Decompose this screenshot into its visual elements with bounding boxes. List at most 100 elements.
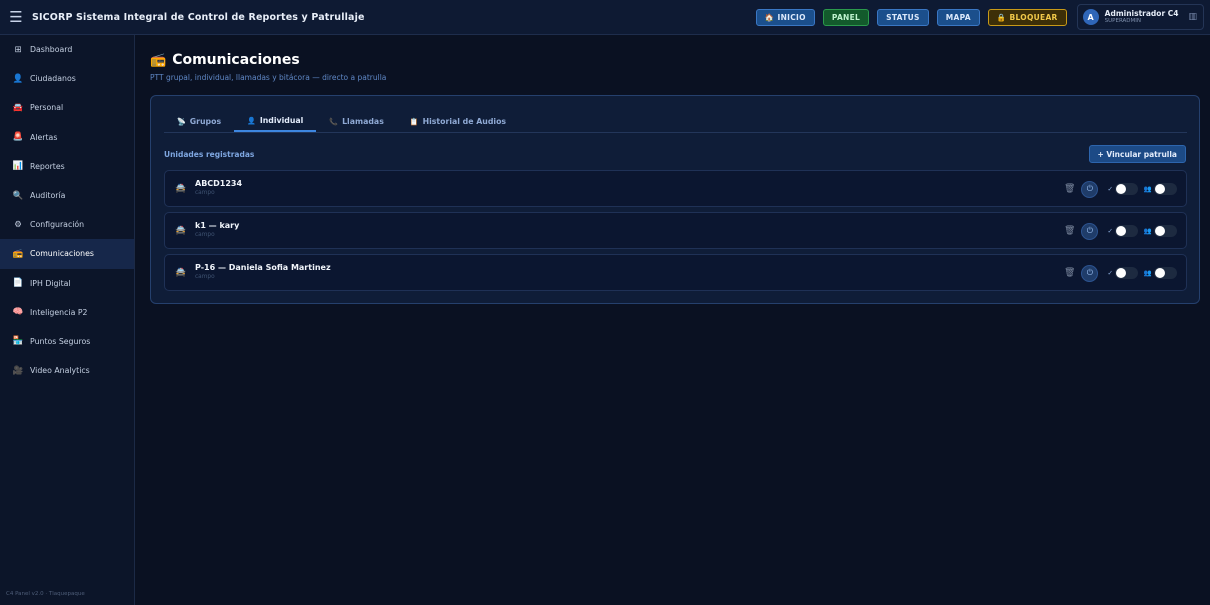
sidebar-item-personal[interactable]: 🚘 Personal (0, 93, 134, 122)
sidebar-item-ciudadanos[interactable]: 👤 Ciudadanos (0, 64, 134, 93)
sidebar-item-iph-digital[interactable]: 📄 IPH Digital (0, 269, 134, 298)
sidebar: ⊞ Dashboard 👤 Ciudadanos 🚘 Personal 🚨 Alertas 📊 R… (0, 35, 135, 605)
personal-icon: 🚘 (12, 102, 24, 113)
unit-type: campo (195, 232, 215, 238)
video-analytics-icon: 🎥 (12, 365, 24, 376)
power-button[interactable]: ⏻ (1081, 264, 1099, 282)
lock-icon: 🔒 (996, 12, 1007, 22)
enable-toggle[interactable] (1114, 267, 1138, 279)
user-menu[interactable]: A Administrador C4 SUPERADMIN ▥ (1076, 4, 1204, 30)
enable-toggle[interactable] (1114, 183, 1138, 195)
sidebar-item-alertas[interactable]: 🚨 Alertas (0, 123, 134, 152)
tab-icon: 📞 (329, 117, 339, 126)
tab-individual[interactable]: 👤 Individual (234, 111, 317, 132)
reportes-icon: 📊 (12, 161, 24, 172)
sidebar-item-video-analytics[interactable]: 🎥 Video Analytics (0, 356, 134, 385)
bloquear-button[interactable]: 🔒 BLOQUEAR (987, 8, 1067, 26)
sidebar-item-label: Puntos Seguros (30, 336, 91, 346)
sidebar-item-label: Personal (30, 103, 64, 113)
sidebar-footer: C4 Panel v2.0 · Tlaquepaque (6, 591, 85, 597)
main-content: 📻 Comunicaciones PTT grupal, individual,… (150, 50, 1200, 304)
sidebar-item-puntos-seguros[interactable]: 🏪 Puntos Seguros (0, 327, 134, 356)
logout-icon[interactable]: ▥ (1188, 12, 1197, 22)
toggle-knob (1115, 226, 1126, 236)
comms-card: 📡 Grupos 👤 Individual 📞 Llamadas 📋 Historial de… (150, 95, 1200, 304)
tab-label: Historial de Audios (422, 117, 507, 126)
power-button[interactable]: ⏻ (1081, 222, 1099, 240)
unit-name: ABCD1234 (195, 179, 243, 188)
hamburger-icon[interactable]: ☰ (0, 8, 32, 26)
group-toggle[interactable] (1154, 225, 1177, 237)
top-actions: 🏠 INICIO PANEL STATUS MAPA 🔒 BLOQUEAR A … (755, 4, 1204, 30)
unit-actions: 🗑 ⏻ ✓ 👥 (1064, 180, 1177, 198)
toggle-knob (1115, 268, 1126, 278)
sidebar-item-label: Dashboard (30, 45, 73, 55)
app-title: SICORP Sistema Integral de Control de Re… (32, 11, 365, 23)
avatar: A (1082, 9, 1099, 25)
toggle-knob (1155, 226, 1165, 236)
puntos-seguros-icon: 🏪 (12, 336, 24, 347)
sidebar-item-label: Reportes (30, 161, 65, 171)
sidebar-item-label: Inteligencia P2 (30, 307, 88, 317)
trash-icon[interactable]: 🗑 (1064, 226, 1075, 236)
tab-icon: 📡 (177, 117, 186, 126)
unit-actions: 🗑 ⏻ ✓ 👥 (1064, 264, 1177, 282)
ciudadanos-icon: 👤 (12, 73, 24, 84)
power-button[interactable]: ⏻ (1081, 180, 1099, 198)
trash-icon[interactable]: 🗑 (1064, 184, 1075, 194)
toggle-knob (1155, 184, 1165, 194)
check-icon: ✓ (1107, 227, 1113, 235)
alertas-icon: 🚨 (12, 132, 24, 143)
sidebar-nav: ⊞ Dashboard 👤 Ciudadanos 🚘 Personal 🚨 Alertas 📊 R… (0, 35, 134, 385)
sidebar-item-label: Auditoría (30, 191, 66, 201)
sidebar-item-inteligencia-p2[interactable]: 🧠 Inteligencia P2 (0, 298, 134, 327)
inicio-button[interactable]: 🏠 INICIO (755, 8, 815, 26)
mapa-button[interactable]: MAPA (936, 8, 980, 26)
sidebar-item-label: Video Analytics (30, 366, 90, 376)
tab-icon: 📋 (409, 117, 419, 126)
configuracion-icon: ⚙ (14, 219, 22, 230)
sidebar-item-dashboard[interactable]: ⊞ Dashboard (0, 35, 134, 64)
panel-button[interactable]: PANEL (822, 8, 870, 26)
sidebar-item-comunicaciones[interactable]: 📻 Comunicaciones (0, 239, 134, 269)
tab-historial-de-audios[interactable]: 📋 Historial de Audios (397, 111, 519, 132)
unit-row: 🚔 P-16 — Daniela Sofia Martinez campo 🗑 ⏻ ✓ 👥 (164, 254, 1187, 291)
tab-bar: 📡 Grupos 👤 Individual 📞 Llamadas 📋 Historial de… (164, 111, 1187, 133)
group-toggle[interactable] (1154, 267, 1177, 279)
group-icon: 👥 (1143, 269, 1152, 277)
tab-label: Grupos (189, 117, 222, 126)
patrol-car-icon: 🚔 (175, 184, 187, 194)
trash-icon[interactable]: 🗑 (1064, 268, 1075, 278)
comunicaciones-icon: 📻 (12, 248, 24, 259)
link-patrol-button[interactable]: + Vincular patrulla (1088, 145, 1186, 163)
unit-type: campo (195, 190, 215, 196)
top-bar: ☰ SICORP Sistema Integral de Control de … (0, 0, 1210, 35)
toggle-group-group: 👥 (1144, 267, 1177, 279)
toggle-group-enable: ✓ (1107, 225, 1138, 237)
user-name: Administrador C4 (1104, 9, 1179, 18)
tab-grupos[interactable]: 📡 Grupos (164, 111, 234, 132)
sidebar-item-configuracion[interactable]: ⚙ Configuración (0, 210, 134, 239)
enable-toggle[interactable] (1114, 225, 1138, 237)
unit-type: campo (195, 274, 215, 280)
group-toggle[interactable] (1154, 183, 1177, 195)
auditoria-icon: 🔍 (12, 190, 24, 201)
toggle-group-enable: ✓ (1107, 267, 1138, 279)
inteligencia-p2-icon: 🧠 (12, 307, 24, 318)
dashboard-icon: ⊞ (14, 44, 22, 55)
tab-label: Llamadas (342, 117, 384, 126)
check-icon: ✓ (1107, 269, 1113, 277)
patrol-car-icon: 🚔 (175, 268, 187, 278)
page-title: 📻 Comunicaciones (150, 52, 300, 68)
sidebar-item-label: IPH Digital (30, 278, 71, 288)
section-label: Unidades registradas (164, 150, 255, 159)
tab-llamadas[interactable]: 📞 Llamadas (316, 111, 397, 132)
sidebar-item-reportes[interactable]: 📊 Reportes (0, 152, 134, 181)
toggle-group-group: 👥 (1144, 183, 1177, 195)
sidebar-item-auditoria[interactable]: 🔍 Auditoría (0, 181, 134, 210)
status-button[interactable]: STATUS (877, 8, 929, 26)
sidebar-item-label: Comunicaciones (30, 249, 94, 259)
group-icon: 👥 (1143, 185, 1152, 193)
patrol-car-icon: 🚔 (175, 226, 187, 236)
user-role: SUPERADMIN (1104, 18, 1142, 24)
